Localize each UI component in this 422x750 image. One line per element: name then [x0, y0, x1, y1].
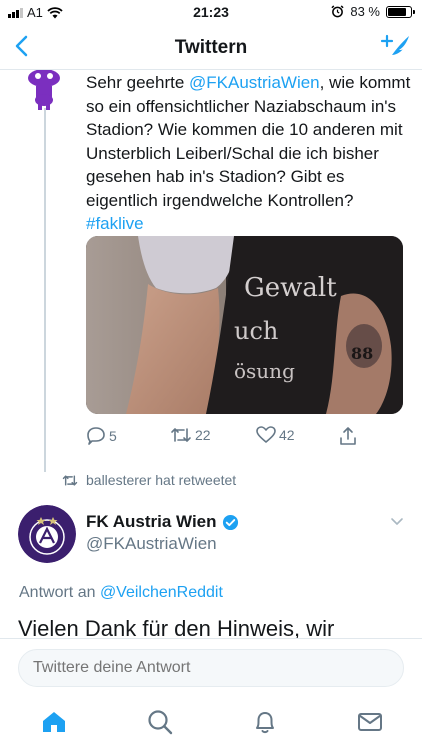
- nav-bar: Twittern: [0, 24, 422, 70]
- verified-badge-icon: [222, 514, 238, 530]
- tweet-actions: 5 22 42: [86, 426, 386, 450]
- svg-text:Gewalt: Gewalt: [244, 273, 337, 303]
- author-name-label: FK Austria Wien: [86, 512, 217, 531]
- author-handle[interactable]: @FKAustriaWien: [86, 534, 217, 554]
- reply-button[interactable]: 5: [86, 426, 117, 446]
- like-count: 42: [279, 427, 295, 443]
- reply-icon: [87, 427, 105, 445]
- mail-icon[interactable]: [356, 708, 384, 736]
- retweet-icon: [62, 474, 78, 486]
- tweet-photo-image: 88 Gewalt uch ösung: [86, 236, 403, 414]
- fk-austria-logo-icon: [18, 505, 76, 563]
- tweet-text: Sehr geehrte @FKAustriaWien, wie kommt s…: [86, 71, 411, 236]
- retweet-attribution[interactable]: ballesterer hat retweetet: [62, 472, 236, 488]
- status-right: 83 %: [331, 4, 415, 19]
- mention-link[interactable]: @FKAustriaWien: [189, 73, 320, 92]
- retweet-attribution-label: ballesterer hat retweetet: [86, 472, 237, 488]
- status-bar: A1 21:23 83 %: [0, 0, 422, 24]
- like-button[interactable]: 42: [256, 426, 295, 444]
- alarm-icon: [331, 5, 344, 18]
- thread-connector: [44, 108, 46, 472]
- page-title: Twittern: [174, 37, 248, 58]
- svg-text:ösung: ösung: [234, 359, 295, 383]
- compose-tweet-icon[interactable]: [380, 32, 412, 62]
- reply-input[interactable]: [18, 649, 404, 687]
- share-button[interactable]: [338, 426, 358, 446]
- chevron-down-icon[interactable]: [390, 517, 404, 527]
- tweet-photo[interactable]: 88 Gewalt uch ösung: [86, 236, 403, 414]
- tweet-text-start: Sehr geehrte: [86, 73, 190, 92]
- tweet-text: Vielen Dank für den Hinweis, wir: [18, 616, 335, 638]
- home-icon[interactable]: [40, 708, 68, 736]
- tab-bar: [0, 694, 422, 750]
- reply-context: Antwort an @VeilchenReddit: [19, 584, 223, 602]
- battery-percent: 83 %: [350, 4, 380, 19]
- bell-icon[interactable]: [251, 708, 279, 736]
- retweet-icon: [171, 428, 191, 442]
- battery-icon: [386, 5, 415, 18]
- reddit-alien-icon: [28, 70, 60, 110]
- avatar[interactable]: [18, 505, 76, 563]
- reply-composer: [0, 638, 422, 694]
- retweet-count: 22: [195, 427, 211, 443]
- tweet-text-body: , wie kommt so ein offensichtlicher Nazi…: [86, 73, 411, 210]
- search-icon[interactable]: [146, 708, 174, 736]
- reply-count: 5: [109, 428, 117, 444]
- hashtag-link[interactable]: #faklive: [86, 214, 144, 233]
- reply-prefix: Antwort an: [19, 584, 100, 601]
- reply-to-link[interactable]: @VeilchenReddit: [100, 584, 223, 601]
- svg-text:uch: uch: [234, 317, 278, 345]
- retweet-button[interactable]: 22: [170, 426, 211, 444]
- share-icon: [340, 427, 356, 445]
- heart-icon: [256, 426, 276, 443]
- battery-fill: [388, 7, 407, 16]
- avatar[interactable]: [24, 70, 68, 110]
- svg-text:88: 88: [351, 344, 373, 363]
- author-name[interactable]: FK Austria Wien: [86, 512, 239, 532]
